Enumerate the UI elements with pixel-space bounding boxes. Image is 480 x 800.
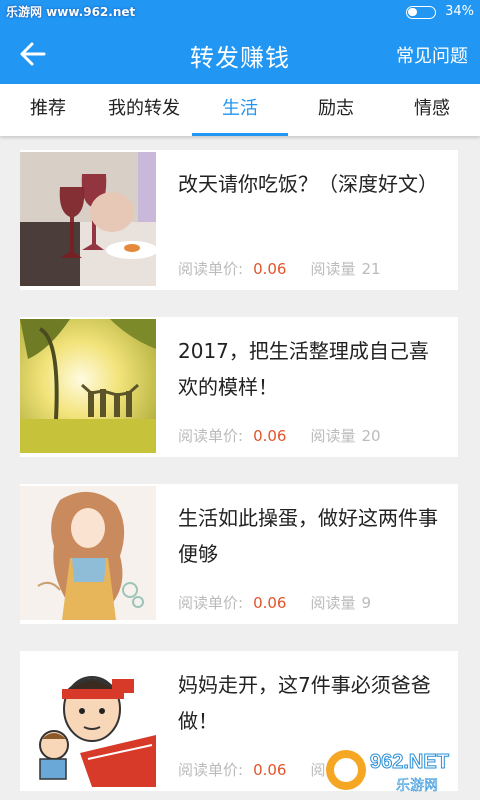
article-card[interactable]: 生活如此操蛋，做好这两件事便够 阅读单价: 0.06 阅读量 9 <box>20 484 458 624</box>
article-card[interactable]: 改天请你吃饭？（深度好文） 阅读单价: 0.06 阅读量 21 <box>20 150 458 290</box>
status-site-text: 乐游网 www.962.net <box>6 5 136 19</box>
girl-illustration <box>20 486 156 620</box>
article-title: 改天请你吃饭？（深度好文） <box>178 172 438 196</box>
article-meta: 阅读单价: 0.06 阅读量 9 <box>178 592 371 613</box>
svg-text:962.NET: 962.NET <box>370 751 449 773</box>
price-value: 0.06 <box>253 427 287 445</box>
price-label: 阅读单价: <box>178 761 244 779</box>
read-count-value: 9 <box>361 594 372 612</box>
tab-inspiration[interactable]: 励志 <box>288 84 384 136</box>
price-label: 阅读单价: <box>178 594 244 612</box>
battery-icon <box>406 6 436 19</box>
article-meta: 阅读单价: 0.06 阅读量 21 <box>178 258 381 279</box>
article-meta: 阅读单价: 0.06 阅读量 20 <box>178 425 381 446</box>
read-count-label: 阅读量 <box>310 594 356 612</box>
status-bar: 乐游网 www.962.net 34% <box>0 0 480 24</box>
faq-button[interactable]: 常见问题 <box>396 42 468 68</box>
article-title: 生活如此操蛋，做好这两件事便够 <box>178 506 438 566</box>
read-count-value: 21 <box>361 260 381 278</box>
sunset-people-photo <box>20 319 156 453</box>
price-label: 阅读单价: <box>178 260 244 278</box>
price-value: 0.06 <box>253 594 287 612</box>
price-label: 阅读单价: <box>178 427 244 445</box>
tab-life[interactable]: 生活 <box>192 84 288 136</box>
price-value: 0.06 <box>253 260 287 278</box>
category-tabs: 推荐 我的转发 生活 励志 情感 <box>0 84 480 136</box>
read-count-label: 阅读量 <box>310 427 356 445</box>
article-list: 改天请你吃饭？（深度好文） 阅读单价: 0.06 阅读量 21 2017，把生活… <box>20 150 458 800</box>
read-count-value: 20 <box>361 427 381 445</box>
article-title: 妈妈走开，这7件事必须爸爸做！ <box>178 673 431 733</box>
article-title: 2017，把生活整理成自己喜欢的模样！ <box>178 339 429 399</box>
article-card[interactable]: 2017，把生活整理成自己喜欢的模样！ 阅读单价: 0.06 阅读量 20 <box>20 317 458 457</box>
tab-emotion[interactable]: 情感 <box>384 84 480 136</box>
battery-percent: 34% <box>445 4 474 19</box>
read-count-label: 阅读量 <box>310 260 356 278</box>
price-value: 0.06 <box>253 761 287 779</box>
tab-my-shares[interactable]: 我的转发 <box>96 84 192 136</box>
app-bar: 转发赚钱 常见问题 <box>0 24 480 84</box>
cartoon-dad-illustration <box>20 653 156 787</box>
tab-recommend[interactable]: 推荐 <box>0 84 96 136</box>
wine-glasses-photo <box>20 152 156 286</box>
svg-text:乐游网: 乐游网 <box>396 778 438 794</box>
watermark-logo: 962.NET 乐游网 <box>322 742 472 796</box>
